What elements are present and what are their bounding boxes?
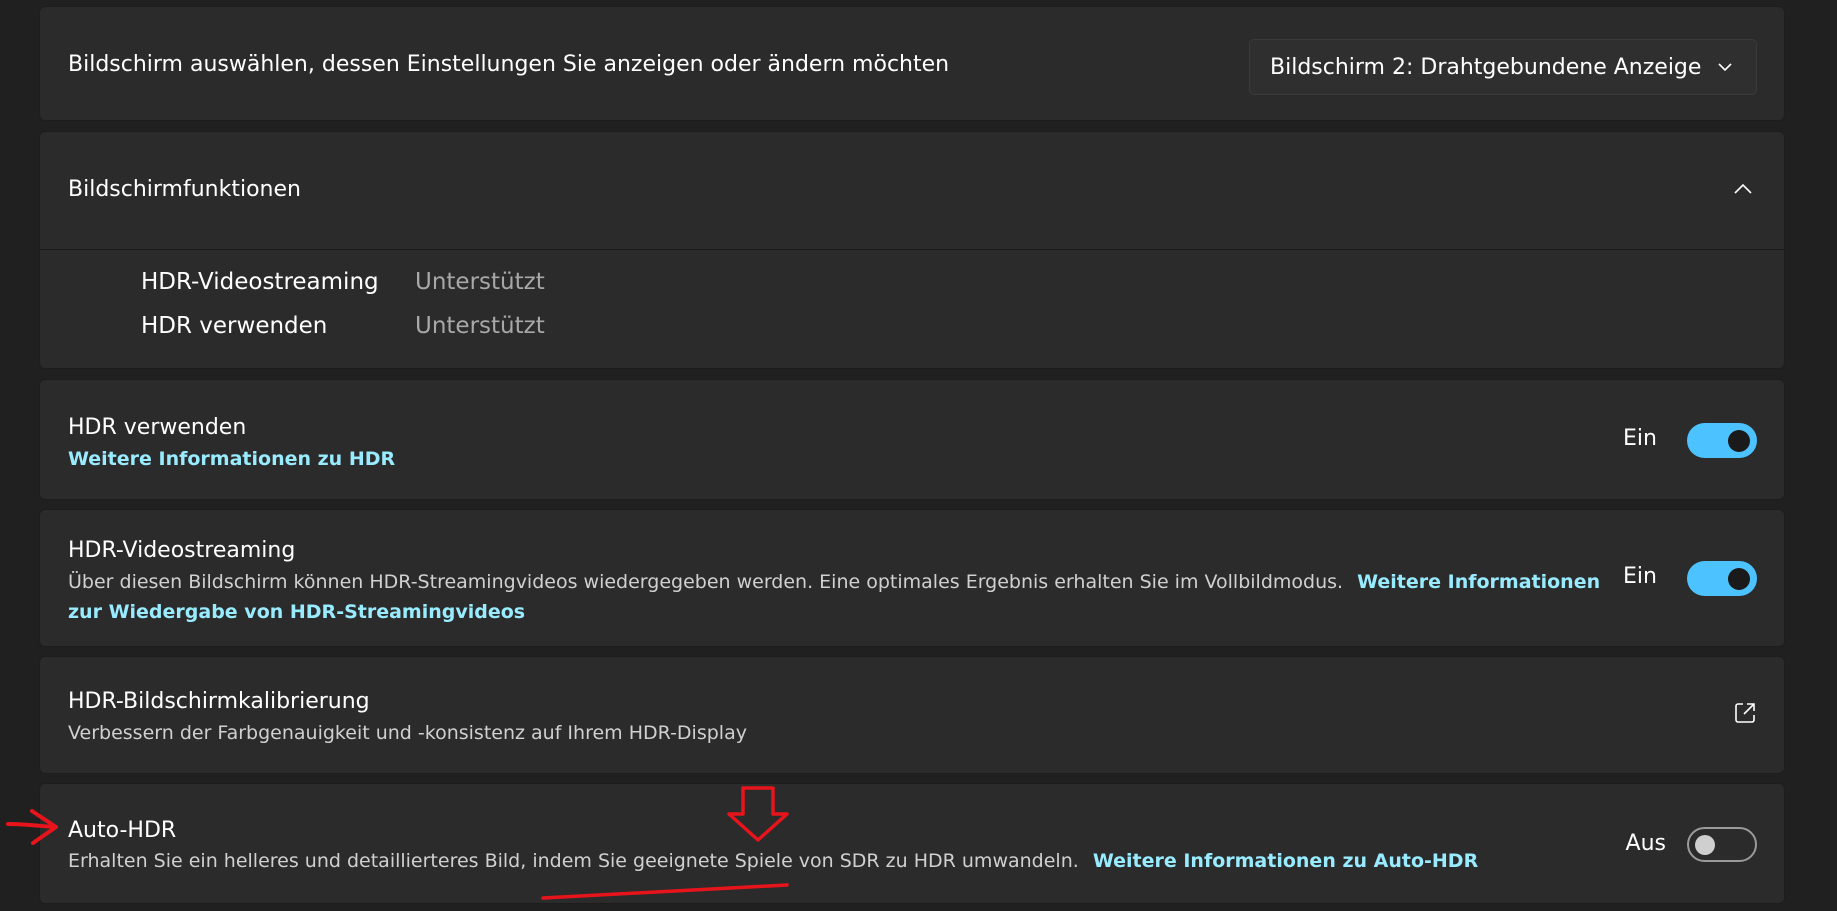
toggle-knob xyxy=(1728,567,1750,590)
auto-hdr-info-link[interactable]: Weitere Informationen zu Auto-HDR xyxy=(1093,850,1478,872)
settings-page: Bildschirm auswählen, dessen Einstellung… xyxy=(0,0,1837,911)
chevron-up-icon[interactable] xyxy=(1732,178,1754,204)
hdr-calibration-card[interactable]: HDR-Bildschirmkalibrierung Verbessern de… xyxy=(39,656,1785,774)
auto-hdr-description-block: Erhalten Sie ein helleres und detaillier… xyxy=(68,846,1628,876)
auto-hdr-toggle[interactable] xyxy=(1687,827,1757,862)
hdr-streaming-card: HDR-Videostreaming Über diesen Bildschir… xyxy=(39,509,1785,647)
toggle-knob xyxy=(1728,429,1750,452)
use-hdr-title: HDR verwenden xyxy=(68,415,247,440)
auto-hdr-title: Auto-HDR xyxy=(68,818,177,843)
chevron-down-icon xyxy=(1716,58,1734,80)
display-features-title: Bildschirmfunktionen xyxy=(68,177,301,202)
auto-hdr-state-label: Aus xyxy=(1625,831,1666,856)
use-hdr-state-label: Ein xyxy=(1623,426,1657,451)
display-select-card: Bildschirm auswählen, dessen Einstellung… xyxy=(39,6,1785,121)
feature-value: Unterstützt xyxy=(415,269,545,295)
display-select-label: Bildschirm auswählen, dessen Einstellung… xyxy=(68,52,950,77)
auto-hdr-card: Auto-HDR Erhalten Sie ein helleres und d… xyxy=(39,783,1785,904)
use-hdr-card: HDR verwenden Weitere Informationen zu H… xyxy=(39,379,1785,500)
toggle-knob xyxy=(1695,834,1715,855)
open-external-icon[interactable] xyxy=(1732,700,1758,730)
feature-name: HDR verwenden xyxy=(141,313,328,339)
features-divider xyxy=(40,249,1784,250)
hdr-streaming-title: HDR-Videostreaming xyxy=(68,538,296,563)
hdr-streaming-state-label: Ein xyxy=(1623,564,1657,589)
display-features-card: Bildschirmfunktionen HDR-Videostreaming … xyxy=(39,131,1785,369)
display-features-header[interactable]: Bildschirmfunktionen xyxy=(40,132,1784,249)
hdr-streaming-description: Über diesen Bildschirm können HDR-Stream… xyxy=(68,571,1344,593)
feature-name: HDR-Videostreaming xyxy=(141,269,379,295)
use-hdr-info-link[interactable]: Weitere Informationen zu HDR xyxy=(68,444,395,474)
feature-value: Unterstützt xyxy=(415,313,545,339)
hdr-calibration-title: HDR-Bildschirmkalibrierung xyxy=(68,689,370,714)
hdr-streaming-toggle[interactable] xyxy=(1687,561,1757,596)
hdr-calibration-description: Verbessern der Farbgenauigkeit und -kons… xyxy=(68,722,747,744)
display-dropdown[interactable]: Bildschirm 2: Drahtgebundene Anzeige xyxy=(1249,39,1757,95)
display-dropdown-value: Bildschirm 2: Drahtgebundene Anzeige xyxy=(1270,54,1702,80)
auto-hdr-description: Erhalten Sie ein helleres und detaillier… xyxy=(68,850,1079,872)
use-hdr-toggle[interactable] xyxy=(1687,423,1757,458)
hdr-streaming-description-block: Über diesen Bildschirm können HDR-Stream… xyxy=(68,567,1628,627)
